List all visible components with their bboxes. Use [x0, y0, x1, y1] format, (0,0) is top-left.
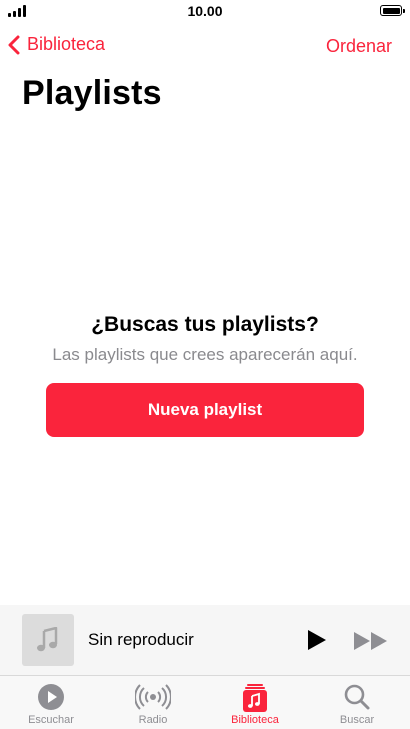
- tab-biblioteca[interactable]: Biblioteca: [204, 676, 306, 729]
- back-button[interactable]: Biblioteca: [8, 34, 105, 55]
- battery-icon: [380, 5, 405, 16]
- new-playlist-button[interactable]: Nueva playlist: [46, 383, 364, 437]
- play-button[interactable]: [305, 629, 327, 656]
- tab-label: Radio: [138, 714, 168, 726]
- tab-label: Buscar: [339, 714, 375, 726]
- page-title: Playlists: [22, 74, 162, 112]
- empty-state-heading: ¿Buscas tus playlists?: [91, 313, 319, 336]
- sort-button[interactable]: Ordenar: [326, 36, 392, 57]
- back-button-label: Biblioteca: [27, 34, 106, 54]
- status-bar: 10.00: [0, 0, 410, 22]
- fast-forward-button[interactable]: [353, 631, 389, 656]
- tab-escuchar[interactable]: Escuchar: [0, 676, 102, 729]
- tab-label: Biblioteca: [231, 714, 279, 726]
- radio-icon: [135, 684, 171, 710]
- tab-bar: Escuchar Radio Biblioteca Buscar: [0, 676, 410, 729]
- artwork-placeholder: [22, 614, 74, 666]
- now-playing-title: Sin reproducir: [88, 630, 194, 649]
- music-note-icon: [37, 627, 58, 652]
- tab-buscar[interactable]: Buscar: [306, 676, 408, 729]
- mini-player[interactable]: Sin reproducir: [0, 605, 410, 676]
- tab-label: Escuchar: [28, 714, 74, 726]
- empty-state-subtitle: Las playlists que crees aparecerán aquí.: [52, 345, 358, 364]
- navigation-bar: Biblioteca Ordenar: [0, 28, 410, 64]
- fast-forward-icon: [354, 632, 387, 650]
- library-icon: [243, 684, 267, 712]
- play-icon: [308, 630, 326, 650]
- play-circle-icon: [38, 684, 64, 710]
- chevron-left-icon: [8, 35, 20, 54]
- tab-radio[interactable]: Radio: [102, 676, 204, 729]
- new-playlist-button-label: Nueva playlist: [147, 400, 263, 419]
- status-time: 10.00: [187, 3, 223, 19]
- search-icon: [344, 684, 370, 710]
